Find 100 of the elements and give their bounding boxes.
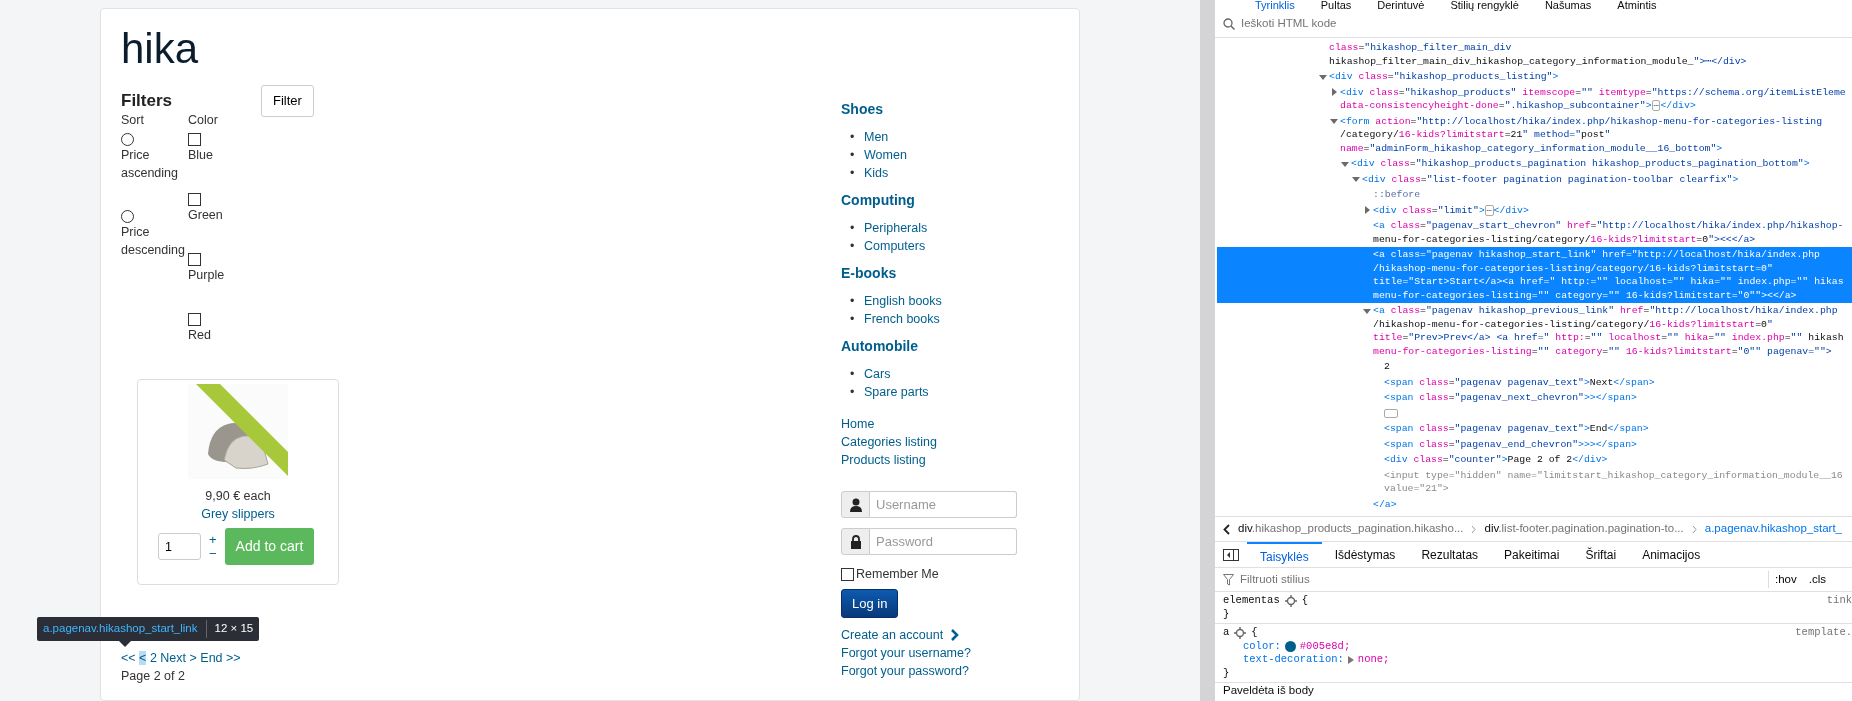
account-link[interactable]: Forgot your username? [841,644,971,663]
pagination-link[interactable]: Next [160,651,187,665]
html-node[interactable]: <form action="http://localhost/hika/index.php/hikashop-menu-for-categories-listing /category/16-kids?limitstart=21" method="post" name="adminForm_hikashop_category_information_module__16_bottom"> [1217,113,1852,156]
panel-tab[interactable]: Animacijos [1629,541,1714,568]
password-field[interactable]: Password [870,528,1017,555]
toggle-button[interactable]: .cls [1802,570,1832,589]
chevron-left-icon[interactable] [1223,523,1230,535]
pagination-link[interactable]: < [139,651,147,665]
checkbox[interactable] [188,313,201,326]
target-icon[interactable] [1284,594,1297,607]
html-node[interactable]: <a class="pagenav_start_chevron" href="http://localhost/hika/index.php/hikashop- menu-for-categories-listing/category/16-kids?limitstart=0"><<</a> [1217,218,1852,247]
category-link[interactable]: Computers [864,239,926,253]
panel-tab[interactable]: Išdėstymas [1321,541,1409,568]
html-node[interactable]: <div class="counter">Page 2 of 2</div> [1217,452,1852,468]
bullet-mark: • [850,366,856,383]
collapse-arrow-icon[interactable] [1330,117,1338,126]
html-node[interactable]: 2 [1217,359,1852,375]
category-link[interactable]: Spare parts [864,385,929,399]
category-link[interactable]: Women [864,148,907,162]
html-node[interactable]: <div class="limit">⋯</div> [1217,202,1852,218]
devtools-tab[interactable]: Pultas [1320,0,1352,10]
html-node[interactable]: <div class="hikashop_products_pagination hikashop_products_pagination_bottom"> [1217,156,1852,172]
separator-icon [1471,524,1477,534]
login-button[interactable]: Log in [841,588,899,619]
search-field[interactable]: Ieškoti HTML kode [1239,13,1852,34]
menu-link[interactable]: Products listing [841,451,1059,469]
menu-link[interactable]: Home [841,415,1059,433]
panel-tab[interactable]: Šriftai [1572,541,1630,568]
increment-button[interactable]: + [209,532,217,547]
html-node[interactable]: <span class="pagenav pagenav_text">Next</span> [1217,374,1852,390]
checkbox[interactable] [188,193,201,206]
breadcrumb-item[interactable]: div.hikashop_products_pagination.hikasho... [1238,520,1464,538]
category-link[interactable]: French books [864,312,940,326]
devtools-tab[interactable]: Atmintis [1617,0,1657,10]
option-label: Green [188,207,224,224]
html-node[interactable]: <div class="hikashop_products_listing"> [1217,69,1852,85]
collapse-arrow-icon[interactable] [1319,72,1327,81]
toggle-button[interactable]: :hov [1769,570,1803,589]
panel-tab[interactable]: Pakeitimai [1491,541,1573,568]
collapse-arrow-icon[interactable] [1352,175,1360,184]
html-node[interactable]: <span class="pagenav_end_chevron">>></span> [1217,436,1852,452]
devtools-tab[interactable]: Našumas [1544,0,1592,10]
breadcrumb-item[interactable]: a.pagenav.hikashop_start_ [1704,520,1842,538]
html-node[interactable]: class="hikashop_filter_main_div hikashop_filter_main_div_hikashop_category_information_module_">⋯</div> [1217,40,1852,69]
decrement-button[interactable]: − [209,546,217,561]
pagination-link[interactable]: 2 [149,651,157,665]
expand-arrow-icon[interactable] [1347,655,1354,664]
category-link[interactable]: Men [864,130,889,144]
collapse-arrow-icon[interactable] [1341,159,1349,168]
html-node[interactable]: <a class="pagenav hikashop_start_link" href="http://localhost/hika/index.php /hikashop-menu-for-categories-listing/category/16-kids?limitstart=0" title="Start>Start</a><a href=" http:="" localhost="" hika="" index.php="" hikas menu-for-categories-listing="" category="" 16-kids?limitstart="0""><</a> [1217,247,1852,303]
category-link[interactable]: Peripherals [864,221,928,235]
devtools-tab[interactable]: Derintuvė [1377,0,1425,10]
panel-toggle-icon[interactable] [1223,548,1239,561]
html-node[interactable]: </a> [1217,496,1852,512]
remember-checkbox[interactable] [841,567,854,581]
username-field[interactable]: Username [870,491,1017,518]
radio-button[interactable] [121,210,134,223]
pagination-link[interactable]: << [121,651,136,665]
html-node[interactable]: ::before [1217,187,1852,203]
filter-icon [1223,573,1234,586]
category-heading[interactable]: E-books [841,263,1059,284]
devtools-tab[interactable]: Tyrinklis [1255,0,1295,10]
menu-link[interactable]: Categories listing [841,433,1059,451]
quantity-field[interactable]: 1 [158,533,201,560]
category-heading[interactable]: Shoes [841,99,1059,120]
target-icon[interactable] [1234,626,1247,639]
checkbox[interactable] [188,253,201,266]
filter-field[interactable]: Filtruoti stilius [1238,569,1764,590]
html-node[interactable]: <div class="list-footer pagination pagination-toolbar clearfix"> [1217,171,1852,187]
html-node[interactable]: <span class="pagenav pagenav_text">End</span> [1217,421,1852,437]
checkbox[interactable] [188,133,201,146]
html-node[interactable]: <input type="hidden" name="limitstart_hikashop_category_information_module__16 value="21"> [1217,467,1852,497]
product-name-link[interactable]: Grey slippers [201,507,275,521]
expand-arrow-icon[interactable] [1330,88,1338,97]
category-link[interactable]: Cars [864,367,891,381]
html-node[interactable]: <div class="hikashop_products" itemscope="" itemtype="https://schema.org/itemListEleme data-consistencyheight-done=".hikashop_subcontainer">⋯</div> [1217,84,1852,114]
category-heading[interactable]: Computing [841,190,1059,211]
panel-tab[interactable]: Taisyklės [1247,541,1322,568]
category-link[interactable]: Kids [864,166,889,180]
expand-arrow-icon[interactable] [1363,206,1371,215]
category-heading[interactable]: Automobile [841,336,1059,357]
separator-icon [1691,524,1697,534]
pagination-link[interactable]: End [200,651,223,665]
collapse-arrow-icon[interactable] [1363,306,1371,315]
category-link[interactable]: English books [864,294,942,308]
account-link[interactable]: Create an account [841,626,960,645]
pagination-link[interactable]: >> [226,651,241,665]
pagination-link[interactable]: > [189,651,197,665]
radio-button[interactable] [121,133,134,146]
panel-tab[interactable]: Rezultatas [1408,541,1492,568]
html-node[interactable]: <span class="pagenav_next_chevron">></span> [1217,390,1852,406]
devtools-tab[interactable]: Stilių rengyklė [1450,0,1519,10]
breadcrumb-item[interactable]: div.list-footer.pagination.pagination-to... [1484,520,1684,538]
account-link[interactable]: Forgot your password? [841,662,969,681]
rule-source-link[interactable]: tink [1826,594,1852,608]
color-swatch[interactable] [1284,640,1296,652]
filter-button[interactable]: Filter [261,85,314,117]
rule-source-link[interactable]: template. [1795,626,1852,640]
css-value: #005e8d; [1299,639,1351,653]
html-node[interactable]: <a class="pagenav hikashop_previous_link" href="http://localhost/hika/index.php /hikashop-menu-for-categories-listing/category/16-kids?limitstart=0" title="Prev>Prev</a> <a href=" http:="" localhost="" hika="" index.php="" hikash menu-for-categories-listing="" category="" 16-kids?limitstart="0"" pagenav=""> [1217,303,1852,359]
